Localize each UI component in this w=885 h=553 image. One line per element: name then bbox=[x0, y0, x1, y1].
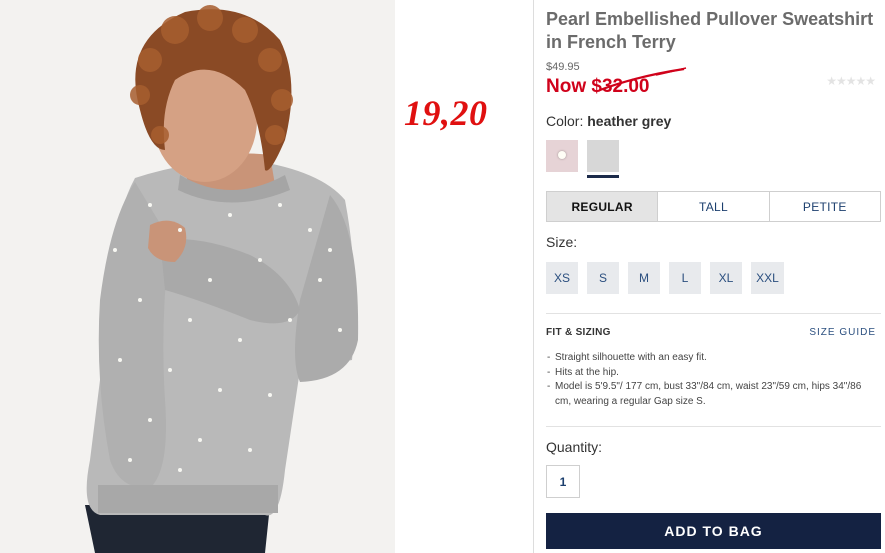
original-price: $49.95 bbox=[546, 61, 580, 73]
selected-color-name: heather grey bbox=[587, 113, 672, 129]
product-title: Pearl Embellished Pullover Sweatshirt in… bbox=[546, 9, 874, 52]
section-divider bbox=[546, 313, 881, 314]
size-xs-button[interactable]: XS bbox=[546, 262, 578, 294]
size-xl-button[interactable]: XL bbox=[710, 262, 742, 294]
fit-sizing-heading: FIT & SIZING bbox=[546, 327, 611, 338]
rating-stars[interactable]: ★★★★★ bbox=[826, 74, 876, 88]
size-m-button[interactable]: M bbox=[628, 262, 660, 294]
selected-swatch-indicator bbox=[587, 175, 619, 178]
handwritten-price-annotation: 19,20 bbox=[404, 93, 488, 133]
section-divider bbox=[546, 426, 881, 427]
size-guide-link[interactable]: SIZE GUIDE bbox=[809, 327, 876, 338]
quantity-input[interactable]: 1 bbox=[546, 465, 580, 498]
swatch-heather-grey[interactable] bbox=[587, 140, 619, 172]
now-label: Now bbox=[546, 76, 587, 97]
color-label-text: Color: bbox=[546, 113, 584, 129]
size-s-button[interactable]: S bbox=[587, 262, 619, 294]
fit-details-list: Straight silhouette with an easy fit. Hi… bbox=[546, 351, 876, 409]
price-strikethrough-mark bbox=[599, 67, 687, 92]
size-options: XS S M L XL XXL bbox=[546, 262, 784, 294]
size-l-button[interactable]: L bbox=[669, 262, 701, 294]
list-item: Straight silhouette with an easy fit. bbox=[546, 351, 876, 366]
swatch-pink[interactable] bbox=[546, 140, 578, 172]
size-label: Size: bbox=[546, 234, 578, 250]
fit-selector: REGULAR TALL PETITE bbox=[546, 191, 881, 222]
color-label: Color: heather grey bbox=[546, 113, 671, 129]
list-item: Hits at the hip. bbox=[546, 366, 876, 381]
fit-tab-regular[interactable]: REGULAR bbox=[547, 192, 658, 221]
column-divider bbox=[533, 0, 534, 553]
list-item: Model is 5'9.5"/ 177 cm, bust 33"/84 cm,… bbox=[546, 380, 876, 409]
add-to-bag-button[interactable]: ADD TO BAG bbox=[546, 513, 881, 549]
quantity-label: Quantity: bbox=[546, 439, 603, 455]
fit-tab-petite[interactable]: PETITE bbox=[768, 192, 880, 221]
product-image[interactable] bbox=[0, 0, 395, 553]
size-xxl-button[interactable]: XXL bbox=[751, 262, 784, 294]
fit-tab-tall[interactable]: TALL bbox=[657, 192, 768, 221]
